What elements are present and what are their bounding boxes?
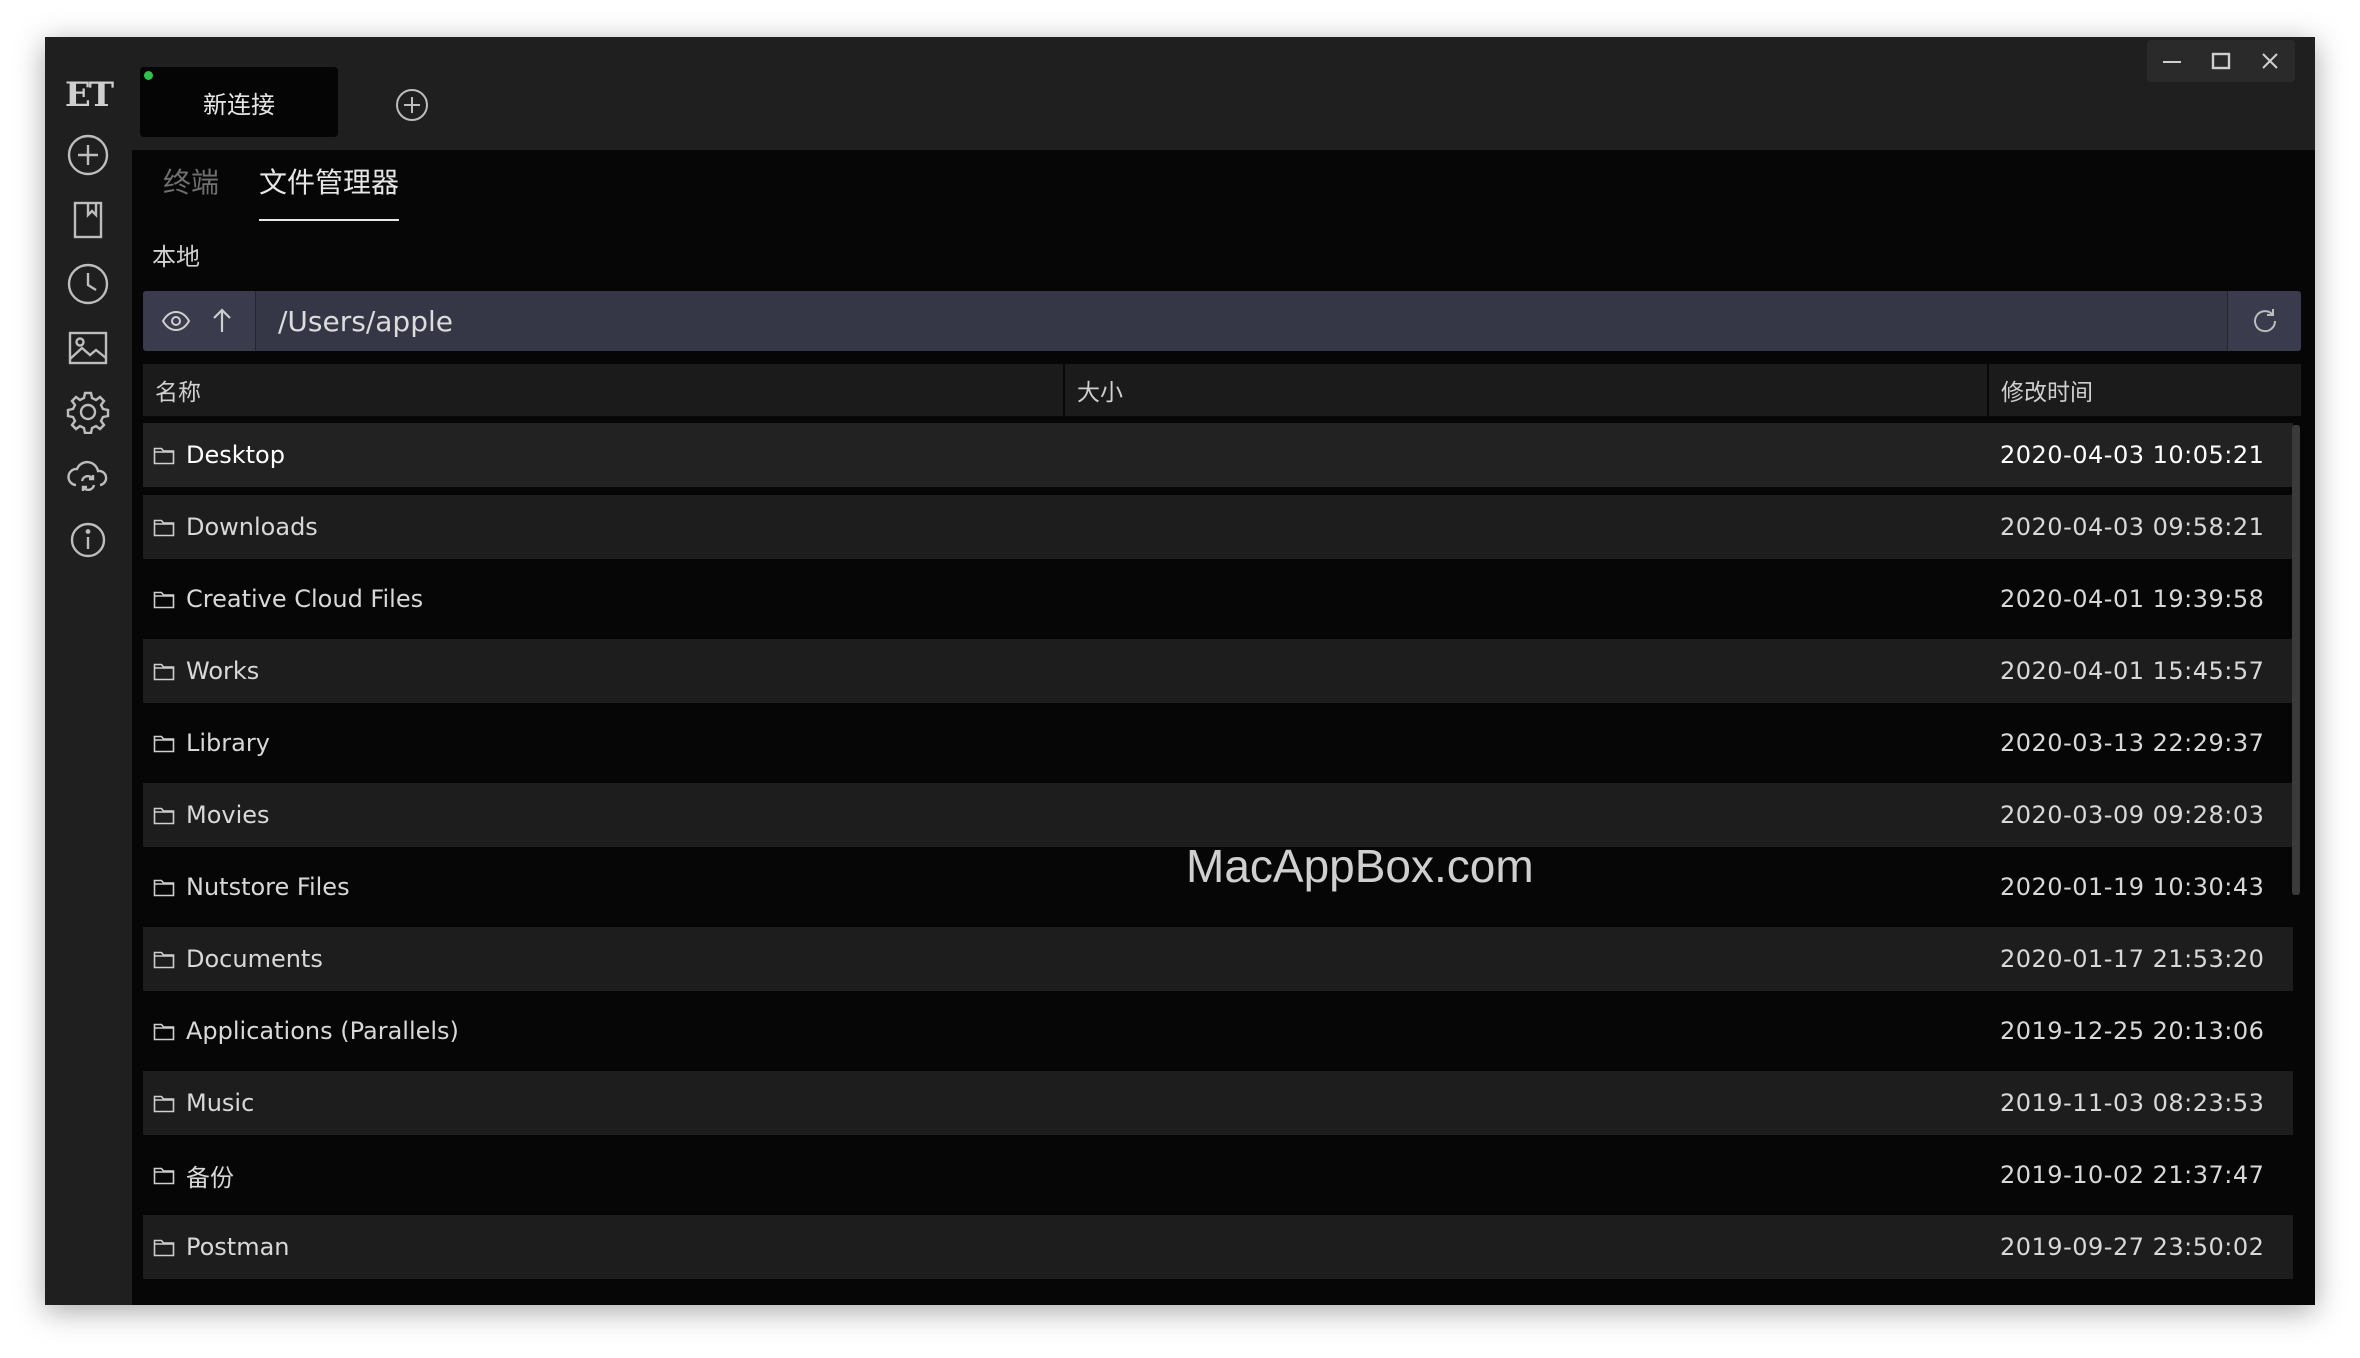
file-name: Applications (Parallels)	[186, 1017, 459, 1045]
maximize-button[interactable]	[2203, 43, 2239, 79]
folder-icon	[153, 1239, 175, 1257]
file-modified: 2020-04-03 09:58:21	[2000, 513, 2265, 541]
table-row[interactable]: Desktop 2020-04-03 10:05:21	[143, 423, 2293, 487]
folder-icon	[153, 663, 175, 681]
table-row[interactable]: Creative Cloud Files 2020-04-01 19:39:58	[143, 567, 2293, 631]
minimize-button[interactable]	[2154, 43, 2190, 79]
bookmarks-button[interactable]	[63, 195, 113, 245]
file-name: 备份	[186, 1163, 234, 1192]
close-icon	[2262, 53, 2279, 69]
file-modified: 2020-04-01 15:45:57	[2000, 657, 2265, 685]
window-controls	[2147, 40, 2295, 82]
connection-status-dot	[144, 71, 153, 80]
table-row[interactable]: Works 2020-04-01 15:45:57	[143, 639, 2293, 703]
folder-icon	[153, 591, 175, 609]
column-header-name[interactable]: 名称	[143, 364, 1065, 416]
file-modified: 2020-03-13 22:29:37	[2000, 729, 2265, 757]
eye-icon	[161, 310, 191, 332]
new-connection-button[interactable]	[63, 130, 113, 180]
bookmark-icon	[73, 201, 103, 239]
folder-icon	[153, 1167, 175, 1185]
tab-bar: 新连接	[132, 37, 2315, 150]
sub-tabs: 终端 文件管理器	[163, 161, 400, 221]
column-header-size[interactable]: 大小	[1065, 364, 1989, 416]
parent-directory-button[interactable]	[204, 303, 240, 339]
file-modified: 2019-10-02 21:37:47	[2000, 1161, 2265, 1189]
app-logo: ET	[64, 75, 114, 115]
table-row[interactable]: Postman 2019-09-27 23:50:02	[143, 1215, 2293, 1279]
panel-label: 本地	[152, 243, 200, 271]
scrollbar[interactable]	[2292, 425, 2300, 895]
toggle-hidden-button[interactable]	[158, 303, 194, 339]
folder-icon	[153, 735, 175, 753]
file-name: Documents	[186, 945, 323, 973]
file-name: Works	[186, 657, 260, 685]
path-bar	[143, 291, 2301, 351]
file-modified: 2019-09-27 23:50:02	[2000, 1233, 2265, 1261]
folder-icon	[153, 447, 175, 465]
maximize-icon	[2211, 52, 2231, 70]
file-modified: 2020-04-03 10:05:21	[2000, 441, 2265, 469]
tab-terminal[interactable]: 终端	[163, 161, 219, 221]
arrow-up-icon	[213, 308, 231, 332]
file-name: Creative Cloud Files	[186, 585, 424, 613]
sidebar: ET	[45, 37, 132, 1305]
gear-icon	[66, 391, 110, 434]
file-modified: 2019-11-03 08:23:53	[2000, 1089, 2265, 1117]
path-actions	[143, 291, 255, 351]
plus-circle-icon	[67, 134, 109, 176]
watermark: MacAppBox.com	[1186, 840, 1534, 892]
settings-button[interactable]	[63, 387, 113, 437]
table-header: 名称 大小 修改时间	[143, 364, 2301, 416]
refresh-icon	[2254, 309, 2277, 333]
about-button[interactable]	[63, 515, 113, 565]
table-row[interactable]: Library 2020-03-13 22:29:37	[143, 711, 2293, 775]
app-window: ET 新连接 终端 文件管理器 本地 /Users/apple 名称 大小 修改…	[45, 37, 2315, 1305]
folder-icon	[153, 879, 175, 897]
folder-icon	[153, 1095, 175, 1113]
table-row[interactable]: 备份 2019-10-02 21:37:47	[143, 1143, 2293, 1207]
file-name: Desktop	[186, 441, 285, 469]
table-row[interactable]: Documents 2020-01-17 21:53:20	[143, 927, 2293, 991]
file-name: Movies	[186, 801, 270, 829]
cloud-sync-button[interactable]	[63, 451, 113, 501]
folder-icon	[153, 519, 175, 537]
table-row[interactable]: Music 2019-11-03 08:23:53	[143, 1071, 2293, 1135]
file-name: Postman	[186, 1233, 290, 1261]
column-header-modified[interactable]: 修改时间	[1989, 364, 2301, 416]
file-modified: 2020-01-17 21:53:20	[2000, 945, 2265, 973]
file-modified: 2020-01-19 10:30:43	[2000, 873, 2265, 901]
table-row[interactable]: Downloads 2020-04-03 09:58:21	[143, 495, 2293, 559]
table-row[interactable]: Movies 2020-03-09 09:28:03	[143, 783, 2293, 847]
refresh-button[interactable]	[2229, 291, 2301, 351]
connection-tab[interactable]: 新连接	[140, 67, 338, 137]
themes-button[interactable]	[63, 323, 113, 373]
folder-icon	[153, 1023, 175, 1041]
file-name: Music	[186, 1089, 255, 1117]
add-tab-button[interactable]	[394, 87, 430, 123]
image-icon	[68, 331, 108, 365]
folder-icon	[153, 951, 175, 969]
folder-icon	[153, 807, 175, 825]
close-button[interactable]	[2252, 43, 2288, 79]
file-name: Downloads	[186, 513, 318, 541]
file-modified: 2020-04-01 19:39:58	[2000, 585, 2265, 613]
plus-circle-icon	[396, 89, 428, 121]
info-icon	[70, 522, 106, 558]
cloud-sync-icon	[67, 460, 108, 492]
file-modified: 2020-03-09 09:28:03	[2000, 801, 2265, 829]
history-button[interactable]	[63, 259, 113, 309]
clock-icon	[67, 263, 109, 305]
tab-file-manager[interactable]: 文件管理器	[259, 161, 400, 221]
connection-tab-label: 新连接	[203, 90, 275, 119]
minimize-icon	[2162, 61, 2181, 63]
file-name: Library	[186, 729, 270, 757]
file-modified: 2019-12-25 20:13:06	[2000, 1017, 2265, 1045]
file-name: Nutstore Files	[186, 873, 350, 901]
table-row[interactable]: Applications (Parallels) 2019-12-25 20:13…	[143, 999, 2293, 1063]
path-input[interactable]	[255, 291, 2228, 351]
